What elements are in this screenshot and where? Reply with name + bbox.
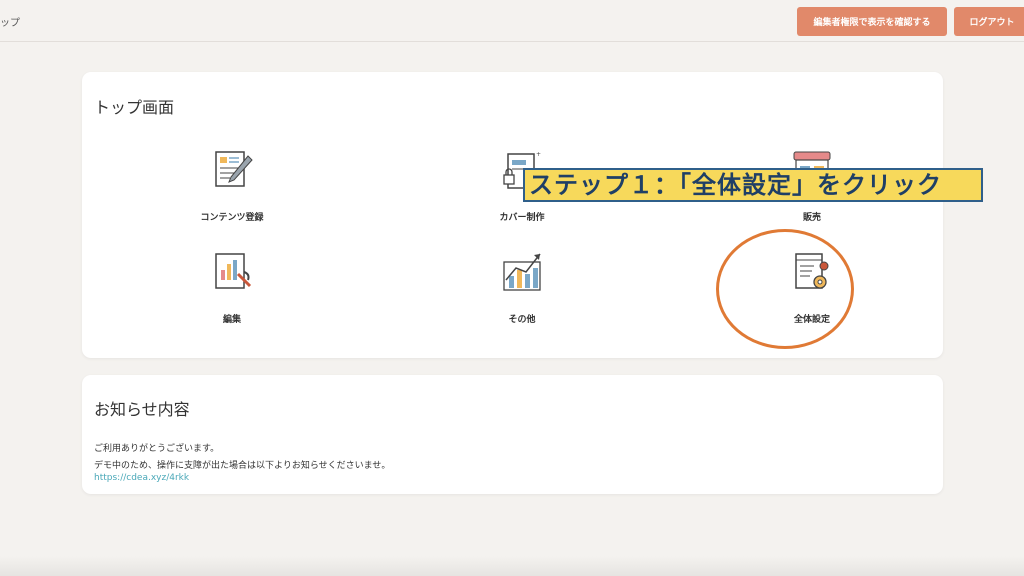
app-header: ップ 編集者権限で表示を確認する ログアウト bbox=[0, 0, 1024, 42]
tile-label: 編集 bbox=[222, 315, 241, 325]
step-annotation: ステップ１：「全体設定」をクリック bbox=[523, 168, 983, 202]
news-card: お知らせ内容 ご利用ありがとうございます。 デモ中のため、操作に支障が出た場合は… bbox=[82, 375, 943, 494]
logout-button[interactable]: ログアウト bbox=[954, 7, 1024, 36]
news-title: お知らせ内容 bbox=[94, 400, 190, 419]
bottom-bar bbox=[0, 556, 1024, 576]
header-title: ップ bbox=[0, 18, 20, 29]
highlight-circle bbox=[716, 229, 854, 349]
document-pen-icon bbox=[215, 151, 253, 187]
chart-edit-icon bbox=[215, 253, 252, 289]
news-text-line: デモ中のため、操作に支障が出た場合は以下よりお知らせくださいませ。 bbox=[94, 461, 391, 471]
tile-edit[interactable]: 編集 bbox=[152, 250, 312, 340]
tile-label: コンテンツ登録 bbox=[200, 213, 264, 223]
page-title: トップ画面 bbox=[94, 98, 175, 117]
svg-text:+: + bbox=[536, 151, 541, 158]
tile-other[interactable]: その他 bbox=[442, 250, 602, 340]
growth-chart-icon bbox=[503, 253, 541, 291]
news-text-line: ご利用ありがとうございます。 bbox=[94, 444, 220, 454]
tile-label: 販売 bbox=[802, 213, 821, 223]
preview-as-editor-button[interactable]: 編集者権限で表示を確認する bbox=[797, 7, 947, 36]
tile-label: その他 bbox=[508, 315, 536, 325]
contact-link[interactable]: https://cdea.xyz/4rkk bbox=[94, 473, 189, 483]
tile-label: カバー制作 bbox=[499, 213, 545, 223]
tile-content-registration[interactable]: コンテンツ登録 bbox=[152, 148, 312, 238]
